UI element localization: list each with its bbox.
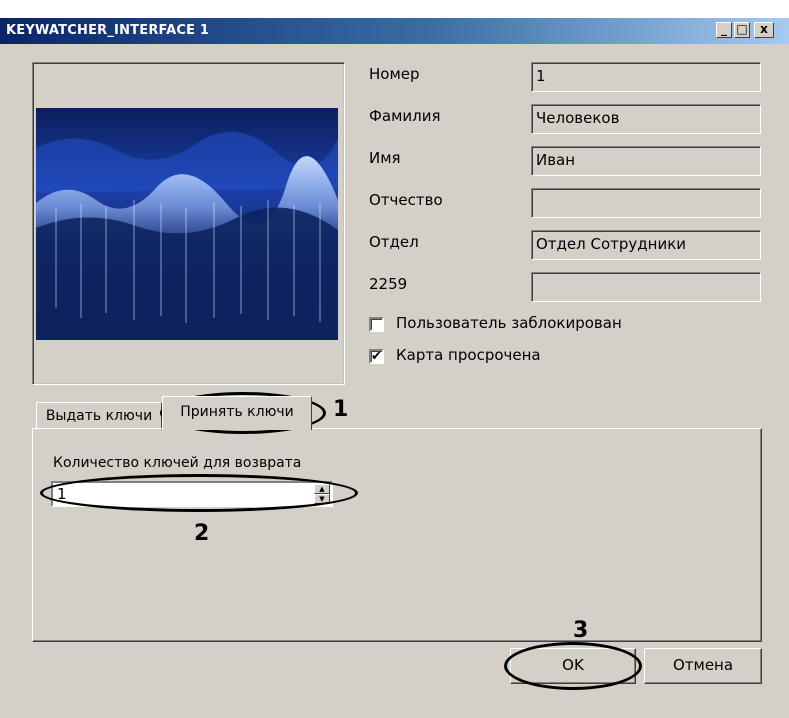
top-strip <box>0 0 789 18</box>
window-title: KEYWATCHER_INTERFACE 1 <box>6 23 210 38</box>
annotation-oval-stepper <box>40 474 358 512</box>
forest-photo-icon <box>36 108 338 340</box>
tab-panel-accept-keys: Количество ключей для возврата 1 ▲ ▼ <box>32 428 762 642</box>
department-field[interactable]: Отдел Сотрудники <box>531 230 761 260</box>
field-label-department: Отдел <box>369 233 419 251</box>
field-label-number: Номер <box>369 65 420 83</box>
name-field[interactable]: Иван <box>531 146 761 176</box>
return-count-label: Количество ключей для возврата <box>53 455 302 471</box>
user-blocked-checkbox[interactable] <box>369 317 384 332</box>
close-icon: x <box>760 22 768 36</box>
user-blocked-label: Пользователь заблокирован <box>396 314 622 332</box>
patronymic-field[interactable] <box>531 188 761 218</box>
annotation-number-3: 3 <box>573 618 589 643</box>
cancel-button[interactable]: Отмена <box>644 648 762 684</box>
field-label-name: Имя <box>369 149 401 167</box>
number-field[interactable]: 1 <box>531 62 761 92</box>
close-button[interactable]: x <box>754 22 774 38</box>
surname-field[interactable]: Человеков <box>531 104 761 134</box>
extra-field-2259[interactable] <box>531 272 761 302</box>
annotation-number-1: 1 <box>333 397 349 422</box>
annotation-oval-ok <box>504 642 642 690</box>
maximize-button[interactable]: □ <box>734 22 750 38</box>
user-photo-frame <box>32 62 345 385</box>
minimize-button[interactable]: _ <box>716 22 732 38</box>
title-bar: KEYWATCHER_INTERFACE 1 _ □ x <box>0 18 789 44</box>
field-label-patronymic: Отчество <box>369 191 443 209</box>
card-expired-checkbox[interactable]: ✔ <box>369 349 384 364</box>
dialog-window: KEYWATCHER_INTERFACE 1 _ □ x Номер 1 Фам… <box>0 18 789 718</box>
tab-issue-keys[interactable]: Выдать ключи <box>36 402 162 430</box>
maximize-icon: □ <box>736 22 748 36</box>
minimize-icon: _ <box>721 22 727 36</box>
tab-accept-keys[interactable]: Принять ключи <box>162 396 312 430</box>
annotation-number-2: 2 <box>194 521 210 546</box>
field-label-2259: 2259 <box>369 275 408 293</box>
field-label-surname: Фамилия <box>369 107 441 125</box>
card-expired-label: Карта просрочена <box>396 346 541 364</box>
